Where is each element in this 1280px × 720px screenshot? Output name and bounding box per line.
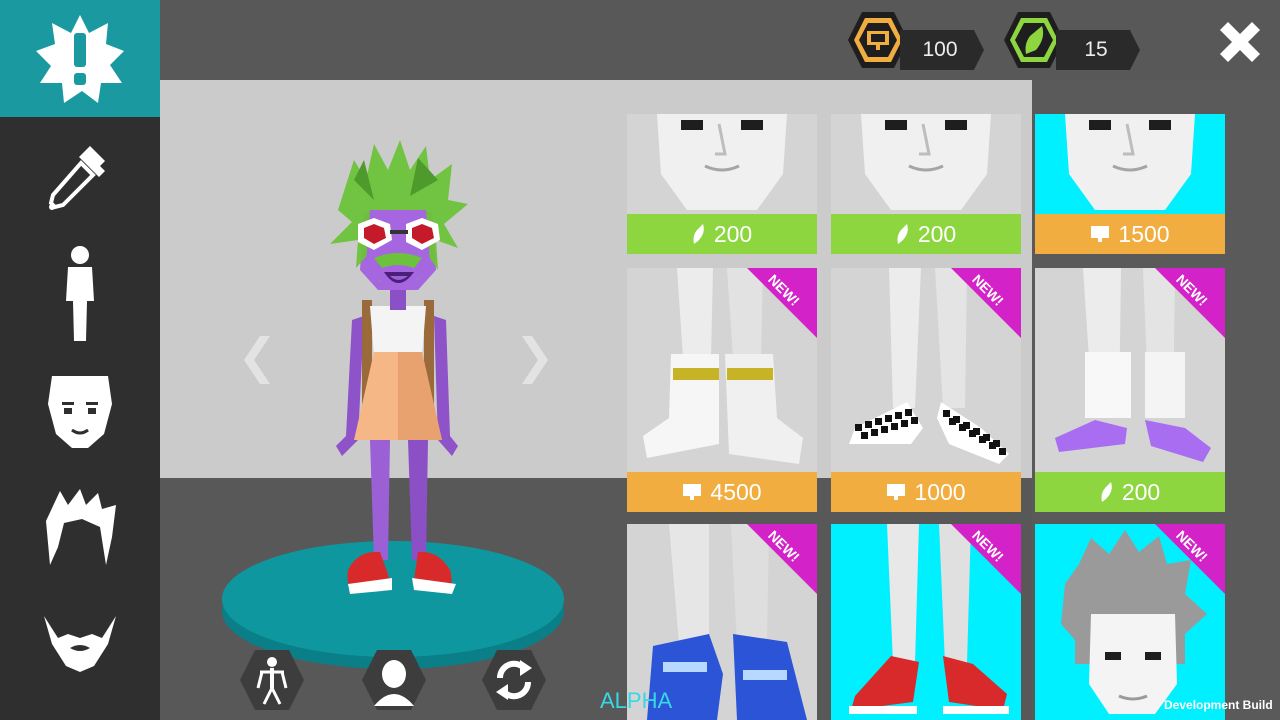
price-value: 200 (713, 220, 753, 247)
price-value: 200 (917, 220, 957, 247)
body-icon (66, 245, 94, 341)
leaf-gem-icon (897, 224, 908, 244)
face-icon (48, 375, 112, 448)
alpha-watermark: ALPHA (600, 688, 673, 713)
item-preview-face-preview (831, 114, 1021, 214)
leaf-gem-icon (1101, 482, 1112, 502)
shop-item-card[interactable]: NEW! 4500 (627, 268, 817, 512)
category-sidebar (0, 0, 160, 720)
shop-item-card[interactable]: NEW! 200 (1035, 268, 1225, 512)
development-build-label: Development Build (1164, 698, 1273, 712)
close-icon[interactable] (1212, 14, 1268, 70)
price-value: 200 (1121, 478, 1161, 505)
top-bar: 100 15 (160, 0, 1280, 80)
sidebar-item-color[interactable] (0, 117, 160, 234)
sidebar-item-face[interactable] (0, 351, 160, 468)
rotate-character-button[interactable] (480, 648, 548, 712)
price-tag[interactable]: 200 (831, 214, 1021, 254)
shop-item-card[interactable]: 200 (831, 114, 1021, 254)
price-tag[interactable]: 1000 (831, 472, 1021, 512)
shop-item-card[interactable]: 200 (627, 114, 817, 254)
rotate-icon (482, 650, 546, 710)
beard-icon (44, 615, 116, 672)
chevron-left-icon (244, 336, 270, 384)
sidebar-item-beard[interactable] (0, 585, 160, 702)
coin-value: 100 (922, 38, 958, 61)
sidebar-item-body[interactable] (0, 234, 160, 351)
chevron-right-icon (522, 336, 548, 384)
coin-icon (1091, 226, 1110, 242)
coin-icon (887, 484, 906, 500)
price-tag[interactable]: 200 (1035, 472, 1225, 512)
price-value: 4500 (710, 478, 762, 505)
next-character-button[interactable] (512, 330, 552, 390)
coin-icon (683, 484, 702, 500)
head-view-button[interactable] (360, 648, 428, 712)
sidebar-item-hair[interactable] (0, 468, 160, 585)
sidebar-item-news[interactable] (0, 0, 160, 117)
price-value: 1000 (914, 478, 966, 505)
eyedropper-icon (48, 145, 105, 210)
shop-item-card[interactable]: 1500 (1035, 114, 1225, 254)
hair-icon (46, 488, 116, 565)
gem-value: 15 (1084, 38, 1108, 61)
head-silhouette-icon (362, 650, 426, 710)
item-preview-face-preview (627, 114, 817, 214)
full-body-view-button[interactable] (238, 648, 306, 712)
shop-item-card[interactable]: NEW! (1035, 524, 1225, 720)
previous-character-button[interactable] (240, 330, 280, 390)
character-avatar[interactable] (318, 140, 478, 600)
leaf-gem-icon (693, 224, 704, 244)
item-preview-face-preview (1035, 114, 1225, 214)
price-tag[interactable]: 1500 (1035, 214, 1225, 254)
price-tag[interactable]: 4500 (627, 472, 817, 512)
price-value: 1500 (1118, 220, 1170, 247)
price-tag[interactable]: 200 (627, 214, 817, 254)
shop-item-card[interactable]: NEW! 1000 (831, 268, 1021, 512)
skeleton-icon (240, 650, 304, 710)
alert-badge-icon (36, 14, 124, 103)
shop-item-card[interactable]: NEW! (831, 524, 1021, 720)
